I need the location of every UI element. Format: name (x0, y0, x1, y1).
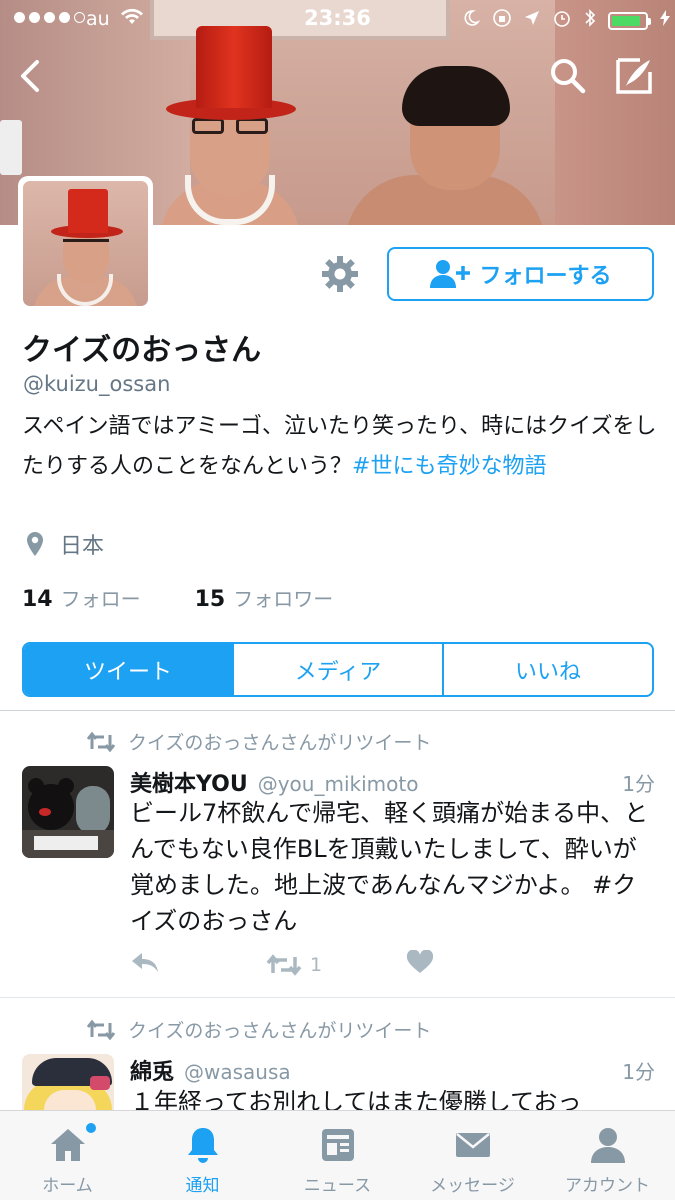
tweet-author-handle[interactable]: @you_mikimoto (258, 772, 419, 796)
profile-handle: @kuizu_ossan (23, 372, 171, 396)
tweet-actions: 1 (130, 949, 434, 979)
home-icon (50, 1129, 85, 1161)
bell-icon (187, 1128, 218, 1163)
location-pin-icon (27, 532, 43, 556)
retweet-context: クイズのおっさんさんがリツイート (86, 1016, 431, 1043)
profile-display-name: クイズのおっさん (22, 333, 262, 368)
news-icon (321, 1129, 354, 1161)
retweet-context: クイズのおっさんさんがリツイート (86, 728, 431, 755)
profile-avatar[interactable] (18, 176, 153, 311)
retweet-icon (266, 953, 302, 976)
back-button[interactable] (6, 52, 54, 100)
retweet-context-label: クイズのおっさんさんがリツイート (128, 732, 432, 754)
tweet-header: 美樹本YOU @you_mikimoto 1分 (130, 766, 655, 798)
retweet-context-label: クイズのおっさんさんがリツイート (128, 1020, 432, 1042)
notification-dot (86, 1123, 96, 1133)
orientation-lock-icon (492, 8, 512, 33)
location-text: 日本 (60, 534, 105, 559)
following-stat[interactable]: 14 フォロー (22, 583, 141, 612)
followers-label: フォロワー (233, 587, 334, 611)
following-count: 14 (22, 587, 53, 612)
tweet-avatar[interactable] (22, 766, 114, 858)
tweet-author-name[interactable]: 美樹本YOU (130, 766, 248, 798)
retweet-count: 1 (310, 953, 323, 976)
profile-bio: スペイン語ではアミーゴ、泣いたり笑ったり、時にはクイズをしたりする人のことをなん… (22, 407, 657, 487)
bio-text: スペイン語ではアミーゴ、泣いたり笑ったり、時にはクイズをしたりする人のことをなん… (22, 414, 657, 479)
retweet-icon (86, 1019, 116, 1040)
tweet-author-name[interactable]: 綿兎 (130, 1054, 174, 1086)
tweet-divider (0, 997, 675, 998)
reply-button[interactable] (130, 950, 160, 979)
like-button[interactable] (406, 949, 434, 979)
tweet-text[interactable]: ビール7杯飲んで帰宅、軽く頭痛が始まる中、とんでもない良作BLを頂戴いたしまして… (130, 795, 655, 939)
status-bar: au 23:36 (0, 0, 675, 40)
followers-stat[interactable]: 15 フォロワー (195, 583, 334, 612)
moon-icon (462, 9, 481, 32)
bluetooth-icon (584, 8, 596, 33)
bio-hashtag-link[interactable]: #世にも奇妙な物語 (352, 454, 546, 479)
tab-bar-home[interactable]: ホーム (0, 1111, 135, 1200)
tab-bar-account[interactable]: アカウント (540, 1111, 675, 1200)
alarm-icon (552, 8, 572, 33)
chevron-left-icon (21, 60, 39, 92)
battery-icon (608, 11, 651, 30)
charging-icon (660, 10, 670, 31)
gear-icon (322, 256, 358, 292)
reply-icon (132, 953, 158, 972)
followers-count: 15 (194, 587, 226, 612)
tab-bar-label: メッセージ (430, 1176, 515, 1196)
bottom-tab-bar: ホーム 通知 ニュース メッセージ アカウント (0, 1110, 675, 1200)
tab-bar-notifications[interactable]: 通知 (135, 1111, 270, 1200)
search-button[interactable] (544, 52, 592, 100)
location-arrow-icon (524, 10, 540, 31)
tab-bar-label: アカウント (565, 1176, 650, 1196)
heart-icon (407, 949, 434, 973)
tab-bar-messages[interactable]: メッセージ (405, 1111, 540, 1200)
search-icon (551, 59, 586, 94)
tab-bar-label: 通知 (185, 1176, 220, 1196)
compose-button[interactable] (610, 52, 658, 100)
compose-feather-icon (616, 58, 652, 94)
tweet-author-handle[interactable]: @wasausa (184, 1060, 291, 1084)
retweet-button[interactable]: 1 (266, 953, 322, 977)
tab-media[interactable]: メディア (232, 644, 442, 695)
tweet-timestamp: 1分 (622, 772, 655, 796)
tab-bar-label: ニュース (303, 1176, 372, 1196)
tab-tweets[interactable]: ツイート (24, 644, 232, 695)
settings-gear-button[interactable] (318, 252, 362, 296)
tab-bar-label: ホーム (42, 1176, 93, 1196)
follow-button[interactable]: フォローする (387, 247, 654, 301)
follow-button-label: フォローする (479, 264, 612, 289)
profile-location: 日本 (26, 528, 104, 560)
retweet-icon (86, 731, 116, 752)
tab-likes[interactable]: いいね (442, 644, 652, 695)
tweet-header: 綿兎 @wasausa 1分 (130, 1054, 655, 1086)
add-user-icon (430, 260, 471, 288)
profile-tabs: ツイート メディア いいね (22, 642, 654, 697)
following-label: フォロー (60, 587, 141, 611)
person-icon (590, 1128, 625, 1163)
envelope-icon (455, 1133, 490, 1157)
divider (0, 710, 675, 711)
profile-stats: 14 フォロー 15 フォロワー (22, 583, 333, 612)
tab-bar-news[interactable]: ニュース (270, 1111, 405, 1200)
tweet-timestamp: 1分 (622, 1060, 655, 1084)
